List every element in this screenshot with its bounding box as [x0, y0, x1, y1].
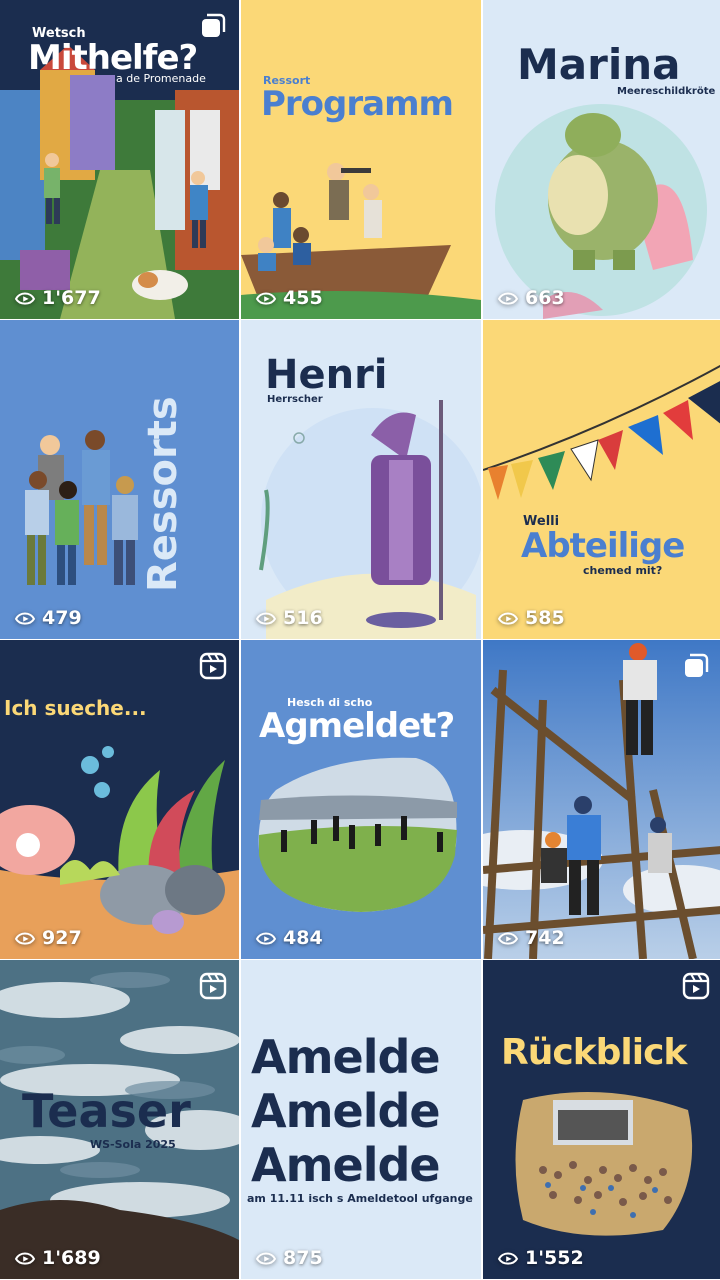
post-tile-agmeldet[interactable]: Hesch di scho Agmeldet? 484 — [241, 640, 481, 959]
eye-play-icon — [497, 609, 519, 627]
view-count: 516 — [255, 607, 323, 629]
post-tile-ressorts[interactable]: Ressorts 479 — [0, 320, 239, 639]
post-tile-mithelfe[interactable]: Wetsch Mithelfe? a de Promenade 1'677 — [0, 0, 239, 319]
post-title: Marina — [517, 40, 681, 89]
post-tile-amelde[interactable]: Amelde Amelde Amelde am 11.11 isch s Ame… — [241, 960, 481, 1279]
post-title: Teaser — [22, 1084, 191, 1138]
illustration-seabed — [0, 746, 239, 959]
illustration-boat — [241, 163, 481, 319]
post-tile-henri[interactable]: Henri Herrscher 516 — [241, 320, 481, 639]
post-subtitle: chemed mit? — [583, 564, 663, 577]
post-title: Henri — [265, 352, 388, 398]
view-count: 484 — [255, 927, 323, 949]
post-title: Agmeldet? — [259, 706, 455, 746]
eye-play-icon — [255, 609, 277, 627]
post-subtitle: Herrscher — [267, 394, 323, 405]
post-grid: Wetsch Mithelfe? a de Promenade 1'677 Re… — [0, 0, 720, 1280]
reel-icon — [199, 972, 227, 1000]
multiple-posts-icon — [682, 652, 710, 680]
view-count: 927 — [14, 927, 82, 949]
view-count: 1'677 — [14, 287, 101, 309]
illustration-group — [25, 430, 138, 585]
eye-play-icon — [14, 289, 36, 307]
post-subtitle: WS-Sola 2025 — [90, 1138, 176, 1151]
post-title-line: Amelde — [251, 1084, 441, 1138]
post-title: Rückblick — [501, 1032, 687, 1073]
post-subtitle: a de Promenade — [116, 72, 206, 85]
illustration-flags — [483, 364, 720, 500]
photo-crowd-stage — [515, 1092, 693, 1236]
view-count: 455 — [255, 287, 323, 309]
eye-play-icon — [497, 929, 519, 947]
post-title: Abteilige — [521, 526, 685, 566]
eye-play-icon — [497, 1249, 519, 1267]
view-count: 663 — [497, 287, 565, 309]
view-count: 742 — [497, 927, 565, 949]
post-tile-abteilige[interactable]: Welli Abteilige chemed mit? 585 — [483, 320, 720, 639]
eye-play-icon — [255, 289, 277, 307]
post-title: Programm — [261, 84, 454, 124]
post-subtitle: Meereschildkröte — [617, 86, 716, 97]
eye-play-icon — [255, 1249, 277, 1267]
view-count: 585 — [497, 607, 565, 629]
post-title: Ressorts — [140, 396, 186, 592]
post-title-line: Amelde — [251, 1030, 441, 1084]
eye-play-icon — [14, 609, 36, 627]
post-tile-tower[interactable]: 742 — [483, 640, 720, 959]
eye-play-icon — [14, 929, 36, 947]
reel-icon — [682, 972, 710, 1000]
photo-wooden-tower — [483, 640, 720, 959]
view-count: 1'552 — [497, 1247, 584, 1269]
eye-play-icon — [497, 289, 519, 307]
post-tile-ich-sueche[interactable]: Ich sueche... 927 — [0, 640, 239, 959]
view-count: 479 — [14, 607, 82, 629]
post-tile-programm[interactable]: Ressort Programm 455 — [241, 0, 481, 319]
post-tile-rueckblick[interactable]: Rückblick 1'552 — [483, 960, 720, 1279]
photo-field-running — [258, 757, 457, 912]
view-count: 875 — [255, 1247, 323, 1269]
eye-play-icon — [255, 929, 277, 947]
post-tile-teaser[interactable]: Teaser WS-Sola 2025 1'689 — [0, 960, 239, 1279]
post-title-line: Amelde — [251, 1138, 441, 1192]
view-count: 1'689 — [14, 1247, 101, 1269]
reel-icon — [199, 652, 227, 680]
post-subtitle: am 11.11 isch s Ameldetool ufgange — [247, 1192, 473, 1205]
eye-play-icon — [14, 1249, 36, 1267]
multiple-posts-icon — [199, 12, 227, 40]
post-tile-marina[interactable]: Marina Meereschildkröte 663 — [483, 0, 720, 319]
post-title: Ich sueche... — [4, 696, 147, 720]
